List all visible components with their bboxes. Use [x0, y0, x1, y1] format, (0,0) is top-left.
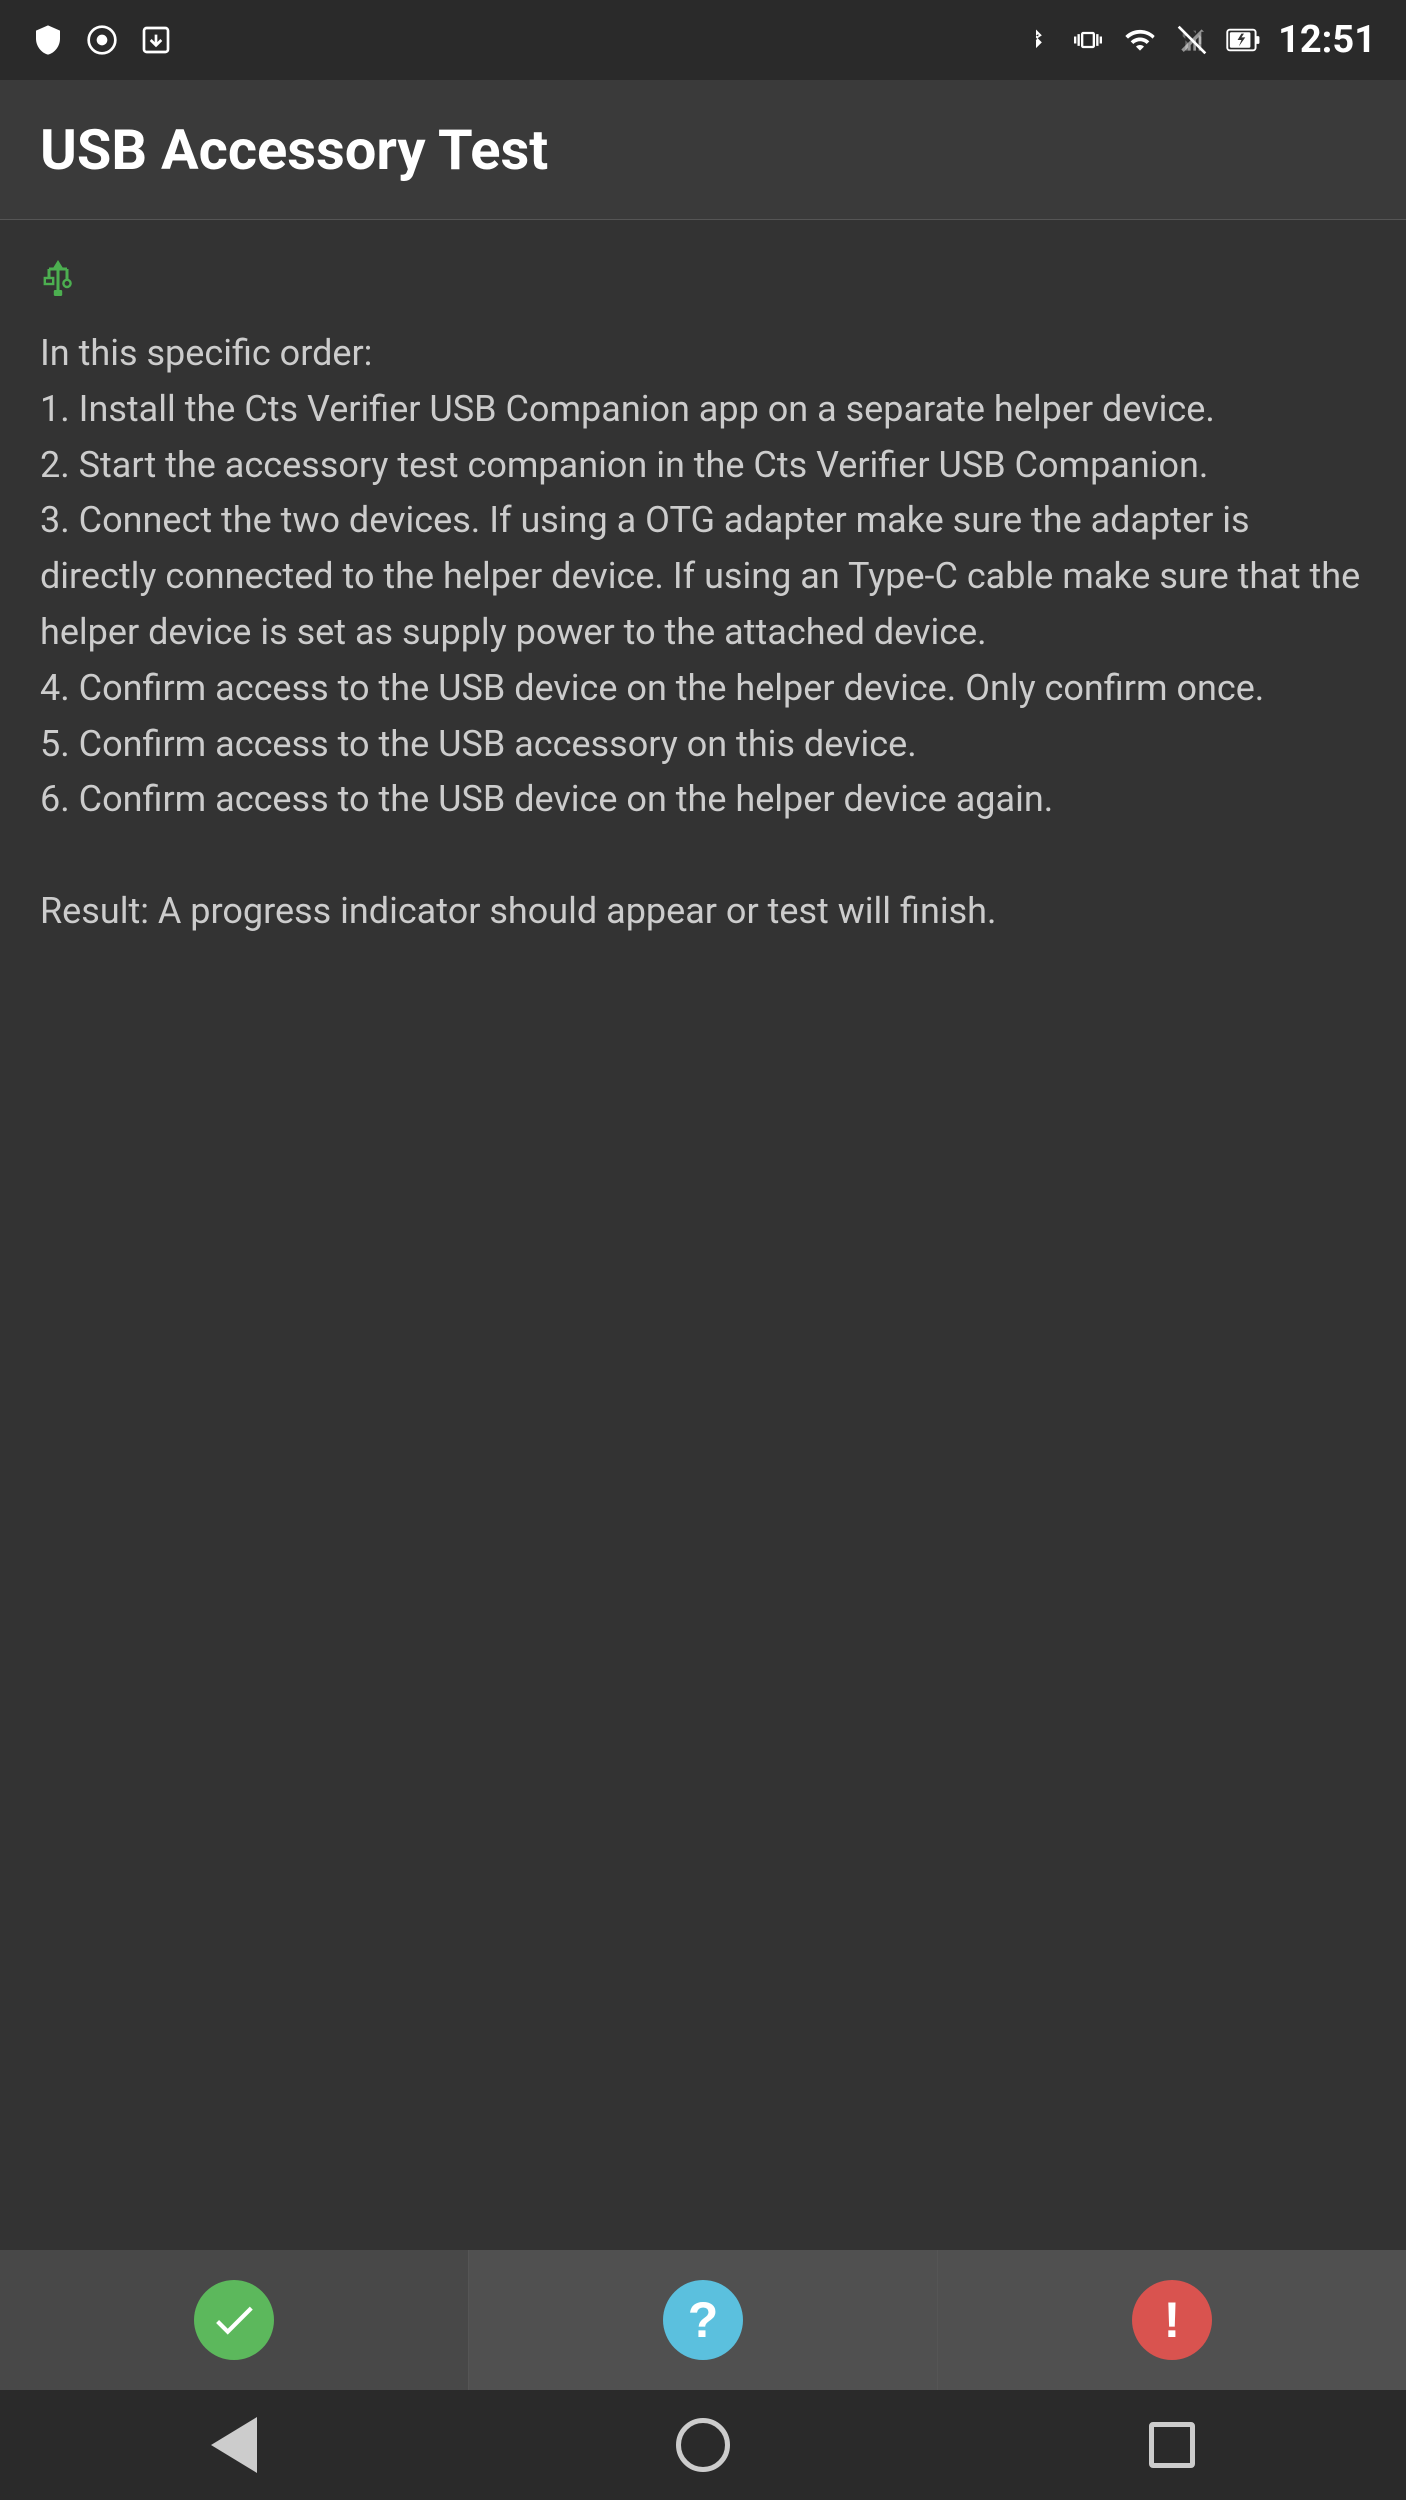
- instruction-step-6: 6. Confirm access to the USB device on t…: [40, 772, 1366, 828]
- main-content: In this specific order: 1. Install the C…: [0, 220, 1406, 2250]
- pass-button-circle: [194, 2280, 274, 2360]
- home-button[interactable]: [663, 2405, 743, 2485]
- page-title: USB Accessory Test: [40, 117, 548, 183]
- status-time: 12:51: [1278, 18, 1376, 62]
- status-bar-left-icons: [30, 22, 174, 58]
- fail-button[interactable]: !: [938, 2250, 1406, 2390]
- circle-dot-icon: [84, 22, 120, 58]
- bottom-buttons: ? !: [0, 2250, 1406, 2390]
- instructions-text: In this specific order: 1. Install the C…: [40, 326, 1366, 940]
- download-icon: [138, 22, 174, 58]
- vibrate-icon: [1070, 22, 1106, 58]
- bluetooth-icon: [1018, 22, 1054, 58]
- status-bar: 12:51: [0, 0, 1406, 80]
- back-arrow-icon: [211, 2417, 257, 2473]
- usb-icon-container: [40, 260, 1366, 296]
- instruction-step-3: 3. Connect the two devices. If using a O…: [40, 493, 1366, 660]
- instruction-step-5: 5. Confirm access to the USB accessory o…: [40, 717, 1366, 773]
- wifi-icon: [1122, 22, 1158, 58]
- no-signal-icon: [1174, 22, 1210, 58]
- nav-bar: [0, 2390, 1406, 2500]
- instruction-result: Result: A progress indicator should appe…: [40, 884, 1366, 940]
- back-button[interactable]: [194, 2405, 274, 2485]
- fail-button-circle: !: [1132, 2280, 1212, 2360]
- app-bar: USB Accessory Test: [0, 80, 1406, 220]
- battery-icon: [1226, 22, 1262, 58]
- shield-icon: [30, 22, 66, 58]
- instruction-step-4: 4. Confirm access to the USB device on t…: [40, 661, 1366, 717]
- info-button[interactable]: ?: [469, 2250, 938, 2390]
- instruction-step-1: 1. Install the Cts Verifier USB Companio…: [40, 382, 1366, 438]
- question-mark-icon: ?: [688, 2291, 719, 2349]
- info-button-circle: ?: [663, 2280, 743, 2360]
- status-bar-right-icons: 12:51: [1018, 18, 1376, 62]
- recents-button[interactable]: [1132, 2405, 1212, 2485]
- recents-square-icon: [1149, 2422, 1195, 2468]
- home-circle-icon: [676, 2418, 730, 2472]
- instruction-step-2: 2. Start the accessory test companion in…: [40, 438, 1366, 494]
- exclamation-icon: !: [1164, 2291, 1181, 2349]
- pass-button[interactable]: [0, 2250, 469, 2390]
- instruction-intro: In this specific order:: [40, 326, 1366, 382]
- usb-icon: [40, 260, 76, 296]
